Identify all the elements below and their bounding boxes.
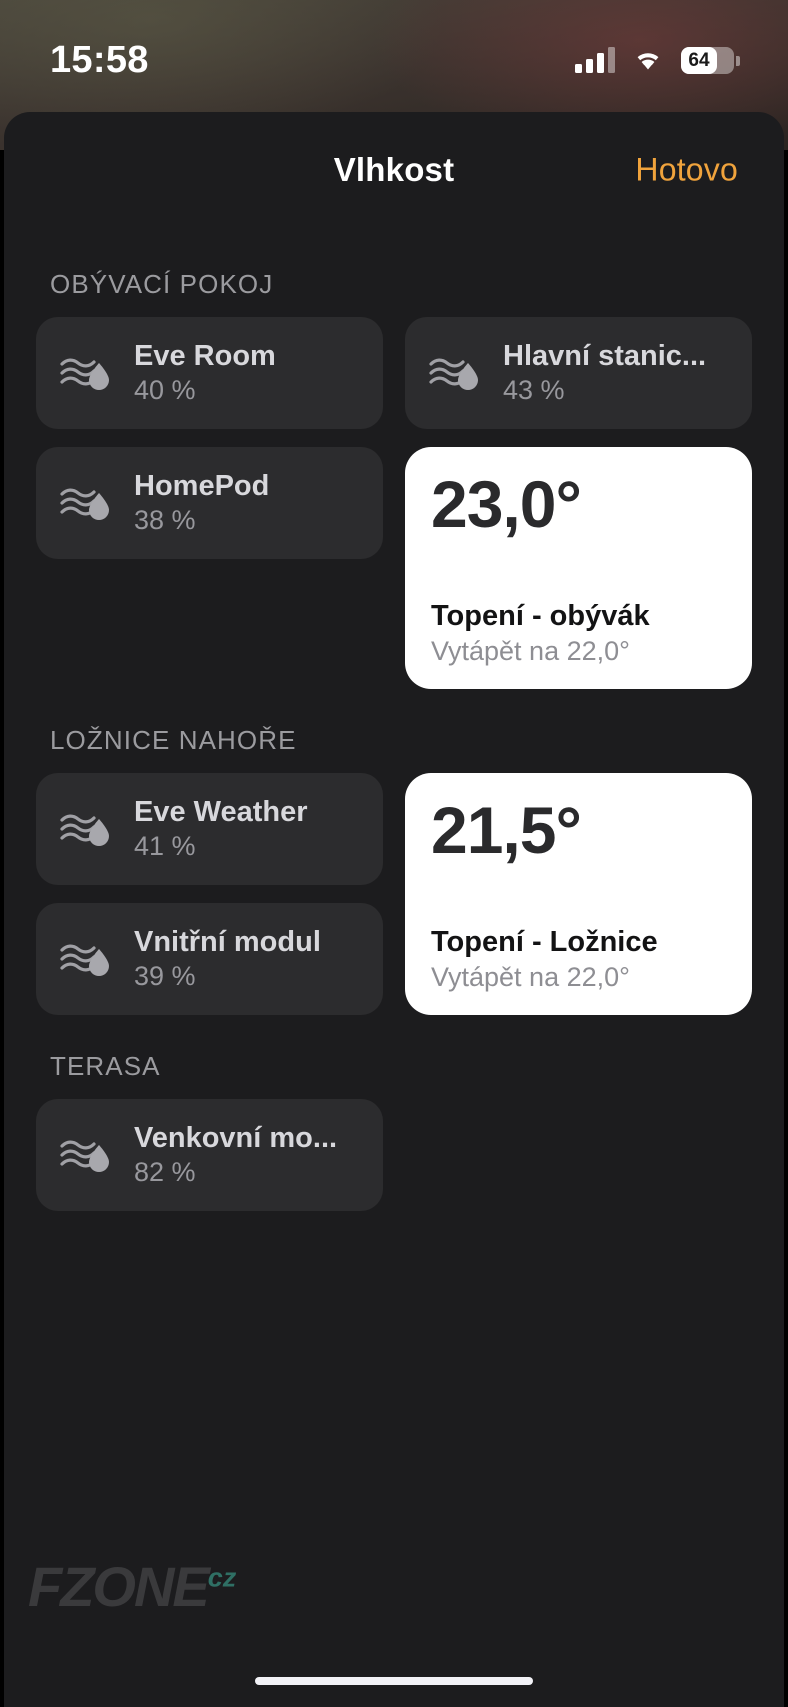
section-grid: Venkovní mo... 82 % bbox=[36, 1099, 752, 1211]
sensor-name: Hlavní stanic... bbox=[503, 339, 707, 372]
section-grid: Eve Room 40 % HomePod 38 % Hlavní stanic… bbox=[36, 317, 752, 689]
sensor-value: 39 % bbox=[134, 961, 196, 992]
left-column: Eve Room 40 % HomePod 38 % bbox=[36, 317, 383, 559]
thermostat-subtitle: Vytápět na 22,0° bbox=[431, 962, 630, 992]
humidity-icon bbox=[58, 804, 116, 854]
wifi-icon bbox=[632, 48, 664, 72]
humidity-icon bbox=[58, 348, 116, 398]
navigation-bar: Vlhkost Hotovo bbox=[4, 112, 784, 227]
thermostat-labels: Topení - Ložnice Vytápět na 22,0° bbox=[431, 925, 726, 993]
done-button[interactable]: Hotovo bbox=[635, 151, 738, 188]
sensor-name: Venkovní mo... bbox=[134, 1121, 338, 1154]
section-title: OBÝVACÍ POKOJ bbox=[50, 269, 274, 299]
sensor-value: 41 % bbox=[134, 831, 196, 862]
thermostat-temperature: 21,5° bbox=[431, 793, 582, 867]
sensor-value: 38 % bbox=[134, 505, 196, 536]
sensor-tile[interactable]: HomePod 38 % bbox=[36, 447, 383, 559]
section-obyvaci-pokoj: OBÝVACÍ POKOJ Eve Room 40 % HomePod 38 %… bbox=[36, 269, 752, 689]
humidity-icon bbox=[58, 934, 116, 984]
humidity-detail-sheet: Vlhkost Hotovo OBÝVACÍ POKOJ Eve Room 40… bbox=[4, 112, 784, 1707]
sensor-tile[interactable]: Eve Weather 41 % bbox=[36, 773, 383, 885]
status-bar-indicators: 64 bbox=[575, 46, 740, 74]
left-column: Eve Weather 41 % Vnitřní modul 39 % bbox=[36, 773, 383, 1015]
page-title: Vlhkost bbox=[333, 150, 455, 188]
thermostat-subtitle: Vytápět na 22,0° bbox=[431, 636, 630, 666]
watermark-logo: FZONEcz bbox=[28, 1554, 236, 1619]
sensor-name: Vnitřní modul bbox=[134, 925, 321, 958]
sensor-text: Hlavní stanic... 43 % bbox=[503, 340, 730, 407]
sensor-tile[interactable]: Vnitřní modul 39 % bbox=[36, 903, 383, 1015]
sensor-text: Eve Room 40 % bbox=[134, 340, 361, 407]
watermark-text: FZONE bbox=[28, 1555, 210, 1618]
sensor-text: Vnitřní modul 39 % bbox=[134, 926, 361, 993]
thermostat-labels: Topení - obývák Vytápět na 22,0° bbox=[431, 599, 726, 667]
sections-container: OBÝVACÍ POKOJ Eve Room 40 % HomePod 38 %… bbox=[4, 269, 784, 1211]
humidity-icon bbox=[427, 348, 485, 398]
sensor-value: 82 % bbox=[134, 1157, 196, 1188]
status-bar-time: 15:58 bbox=[50, 38, 149, 81]
sensor-value: 43 % bbox=[503, 375, 565, 406]
sensor-name: Eve Weather bbox=[134, 795, 308, 828]
thermostat-temperature: 23,0° bbox=[431, 467, 582, 541]
humidity-icon bbox=[58, 1130, 116, 1180]
right-column: 21,5° Topení - Ložnice Vytápět na 22,0° bbox=[405, 773, 752, 1015]
thermostat-card[interactable]: 21,5° Topení - Ložnice Vytápět na 22,0° bbox=[405, 773, 752, 1015]
sensor-tile[interactable]: Venkovní mo... 82 % bbox=[36, 1099, 383, 1211]
sensor-tile[interactable]: Eve Room 40 % bbox=[36, 317, 383, 429]
battery-icon: 64 bbox=[681, 46, 740, 74]
thermostat-name: Topení - obývák bbox=[431, 600, 650, 633]
section-loznice-nahore: LOŽNICE NAHOŘE Eve Weather 41 % Vnitřní … bbox=[36, 725, 752, 1015]
section-title: TERASA bbox=[50, 1051, 161, 1081]
sensor-name: HomePod bbox=[134, 469, 270, 502]
sensor-name: Eve Room bbox=[134, 339, 276, 372]
sensor-value: 40 % bbox=[134, 375, 196, 406]
left-column: Venkovní mo... 82 % bbox=[36, 1099, 383, 1211]
section-title: LOŽNICE NAHOŘE bbox=[50, 725, 297, 755]
sensor-text: HomePod 38 % bbox=[134, 470, 361, 537]
sensor-text: Eve Weather 41 % bbox=[134, 796, 361, 863]
humidity-icon bbox=[58, 478, 116, 528]
status-bar: 15:58 64 bbox=[0, 0, 788, 112]
section-terasa: TERASA Venkovní mo... 82 % bbox=[36, 1051, 752, 1211]
cellular-signal-icon bbox=[575, 47, 615, 73]
sensor-text: Venkovní mo... 82 % bbox=[134, 1122, 361, 1189]
thermostat-card[interactable]: 23,0° Topení - obývák Vytápět na 22,0° bbox=[405, 447, 752, 689]
section-grid: Eve Weather 41 % Vnitřní modul 39 % 21,5… bbox=[36, 773, 752, 1015]
watermark-suffix: cz bbox=[207, 1562, 237, 1593]
right-column: Hlavní stanic... 43 % 23,0° Topení - obý… bbox=[405, 317, 752, 689]
sensor-tile[interactable]: Hlavní stanic... 43 % bbox=[405, 317, 752, 429]
thermostat-name: Topení - Ložnice bbox=[431, 926, 658, 959]
home-indicator[interactable] bbox=[255, 1677, 533, 1685]
battery-percent-label: 64 bbox=[688, 49, 710, 71]
